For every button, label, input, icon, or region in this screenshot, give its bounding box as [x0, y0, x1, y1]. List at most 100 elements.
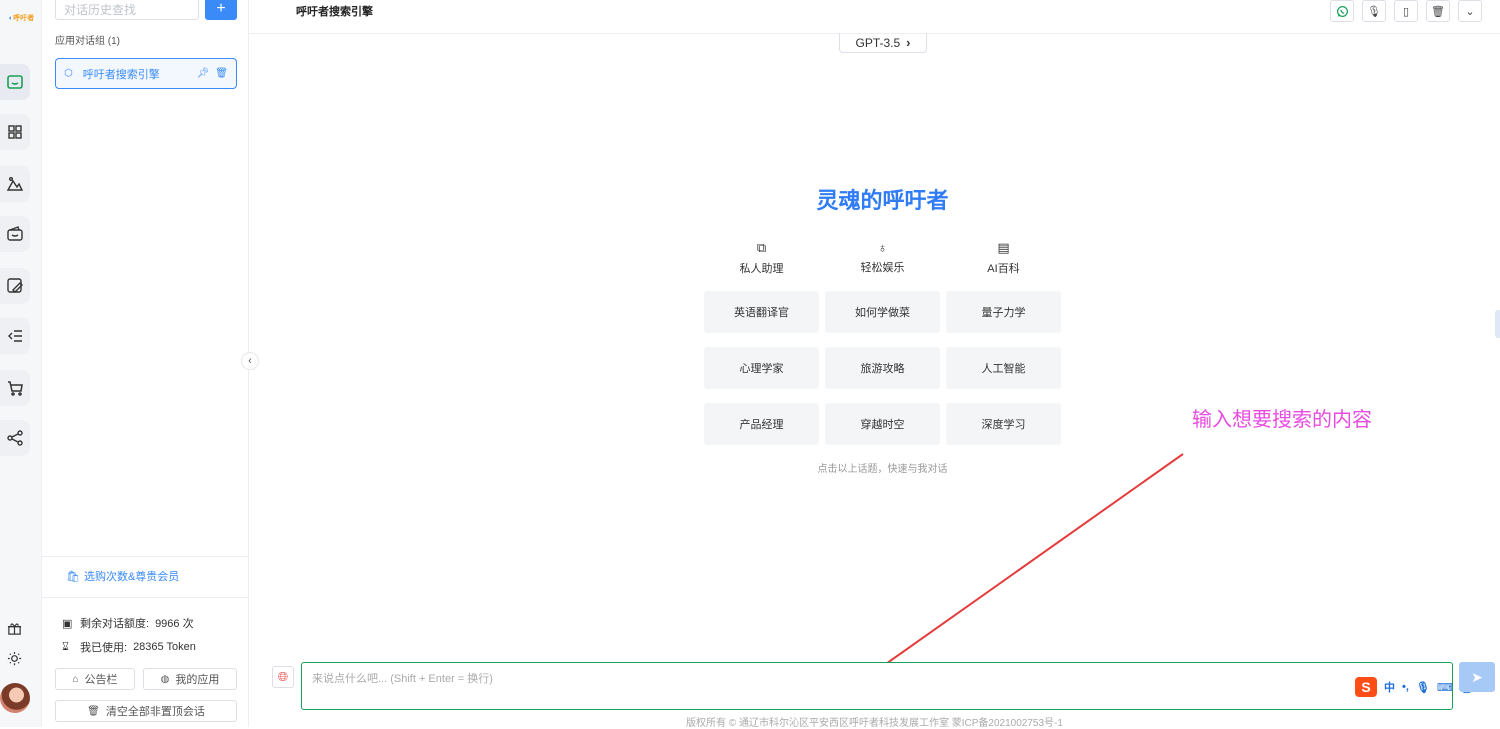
collapse-sidebar-button[interactable]: ‹ — [241, 352, 259, 370]
annotation-text: 输入想要搜索的内容 — [1192, 409, 1372, 431]
list-indent-icon — [8, 330, 22, 342]
notice-button[interactable]: ⌂ 公告栏 — [55, 668, 135, 690]
divider — [42, 597, 249, 598]
cart-icon — [8, 381, 23, 396]
apps-icon: ◍ — [160, 673, 170, 685]
welcome-title: 灵魂的呼吁者 — [816, 188, 949, 213]
voice-button[interactable]: 🎙︎ — [1362, 0, 1386, 22]
quota-used-value: 28365 Token — [133, 641, 196, 653]
delete-chat-button[interactable]: 🗑︎ — [1426, 0, 1450, 22]
edit-image-icon — [7, 278, 23, 293]
trash-icon: 🗑︎ — [1431, 5, 1445, 18]
keyboard-icon: ⌨︎ — [1436, 681, 1453, 694]
book-icon: ▤ — [997, 240, 1010, 255]
topic-button[interactable]: 穿越时空 — [825, 403, 940, 445]
topic-button[interactable]: 深度学习 — [946, 403, 1061, 445]
pin-icon[interactable]: 📌︎ — [197, 68, 210, 79]
topic-button[interactable]: 旅游攻略 — [825, 347, 940, 389]
buy-link-label: 选购次数&尊贵会员 — [83, 571, 180, 583]
gift-icon — [7, 622, 21, 635]
annotation-arrow — [854, 453, 1184, 686]
share-icon — [7, 430, 23, 446]
ime-punct: •, — [1402, 681, 1409, 693]
export-button[interactable]: ▯ — [1394, 0, 1418, 22]
trash-icon: 🗑︎ — [87, 705, 100, 717]
share-nav-button[interactable] — [0, 420, 30, 456]
chat-item-label: 呼吁者搜索引擎 — [82, 68, 160, 81]
gift-button[interactable] — [4, 618, 24, 638]
grid-icon — [8, 125, 22, 139]
web-search-toggle[interactable]: 🌐︎ — [272, 666, 294, 688]
delete-icon[interactable]: 🗑︎ — [215, 68, 228, 79]
topic-button[interactable]: 如何学做菜 — [825, 291, 940, 333]
chevron-left-icon: ‹ — [248, 355, 252, 367]
category-label: 轻松娱乐 — [860, 262, 905, 274]
ime-lang: 中 — [1384, 682, 1395, 694]
clear-chats-label: 清空全部非置顶会话 — [105, 706, 205, 718]
chat-list-item[interactable]: ⬡ 呼吁者搜索引擎 📌︎ 🗑︎ — [55, 58, 237, 89]
chat-icon — [7, 75, 23, 89]
category-label: AI百科 — [987, 263, 1020, 275]
new-chat-button[interactable]: + — [205, 0, 237, 20]
draw-nav-button[interactable] — [0, 268, 30, 304]
my-apps-label: 我的应用 — [175, 674, 220, 686]
category-entertainment: ♁ 轻松娱乐 — [825, 240, 940, 275]
topic-button[interactable]: 量子力学 — [946, 291, 1061, 333]
divider — [42, 556, 249, 557]
sun-icon — [7, 651, 21, 665]
image-nav-button[interactable] — [0, 166, 30, 202]
model-label: GPT-3.5 — [855, 35, 901, 50]
shop-nav-button[interactable] — [0, 370, 30, 406]
quota-used: ⌛︎ 我已使用: 28365 Token — [62, 639, 196, 655]
user-avatar[interactable] — [0, 683, 30, 713]
icon-rail: ◖ 呼吁者 — [0, 0, 42, 727]
chat-nav-button[interactable] — [0, 64, 30, 100]
category-personal-assistant: ⧉ 私人助理 — [704, 240, 819, 276]
app-logo[interactable]: ◖ 呼吁者 — [2, 10, 40, 26]
list-nav-button[interactable] — [0, 318, 30, 354]
message-input[interactable]: 来说点什么吧... (Shift + Enter = 换行) — [301, 662, 1453, 710]
quota-remaining: ▣ 剩余对话额度: 9966 次 — [62, 615, 194, 631]
quota-used-label: 我已使用: — [80, 642, 128, 654]
send-button[interactable]: ➤ — [1459, 662, 1495, 692]
send-icon: ➤ — [1471, 668, 1483, 685]
quota-remaining-value: 9966 次 — [155, 618, 194, 630]
topic-button[interactable]: 英语翻译官 — [704, 291, 819, 333]
theme-toggle-button[interactable] — [4, 648, 24, 668]
ime-mic-icon: 🎙︎ — [1415, 681, 1430, 694]
buy-membership-link[interactable]: 🛍︎ 选购次数&尊贵会员 — [66, 568, 179, 584]
topic-button[interactable]: 人工智能 — [946, 347, 1061, 389]
quota-remaining-label: 剩余对话额度: — [80, 618, 150, 630]
globe-icon: 🌐︎ — [277, 669, 289, 684]
model-selector[interactable]: GPT-3.5 › — [839, 33, 927, 53]
bag-icon: 🛍︎ — [66, 570, 80, 583]
chevron-down-icon: ⌄ — [1465, 5, 1475, 18]
card-icon: ▣ — [62, 617, 73, 630]
topic-button[interactable]: 心理学家 — [704, 347, 819, 389]
mountain-icon — [6, 177, 24, 191]
group-title: 应用对话组 (1) — [55, 36, 120, 47]
add-square-icon: ⧉ — [756, 240, 767, 255]
chat-sidebar: 对话历史查找 + 应用对话组 (1) ⬡ 呼吁者搜索引擎 📌︎ 🗑︎ 🛍︎ 选购… — [42, 0, 249, 727]
whatsapp-icon — [1336, 5, 1348, 17]
notice-label: 公告栏 — [84, 674, 118, 686]
document-icon: ▯ — [1402, 5, 1410, 18]
history-search-input[interactable]: 对话历史查找 — [55, 0, 199, 20]
wallet-icon — [7, 226, 23, 241]
category-label: 私人助理 — [739, 263, 784, 275]
topic-button[interactable]: 产品经理 — [704, 403, 819, 445]
whatsapp-button[interactable] — [1330, 0, 1354, 22]
sogou-s-icon: S — [1355, 677, 1377, 697]
mic-plus-icon: 🎙︎ — [1367, 5, 1381, 18]
chevron-right-icon: › — [906, 35, 911, 50]
side-drawer-handle[interactable] — [1495, 310, 1500, 338]
lightbulb-icon: ♁ — [877, 240, 888, 255]
notice-icon: ⌂ — [72, 673, 79, 685]
hourglass-icon: ⌛︎ — [62, 640, 69, 653]
more-button[interactable]: ⌄ — [1458, 0, 1482, 22]
clear-chats-button[interactable]: 🗑︎ 清空全部非置顶会话 — [55, 700, 237, 722]
my-apps-button[interactable]: ◍ 我的应用 — [143, 668, 237, 690]
wallet-nav-button[interactable] — [0, 216, 30, 252]
page-title: 呼吁者搜索引擎 — [296, 6, 373, 18]
apps-nav-button[interactable] — [0, 114, 30, 150]
